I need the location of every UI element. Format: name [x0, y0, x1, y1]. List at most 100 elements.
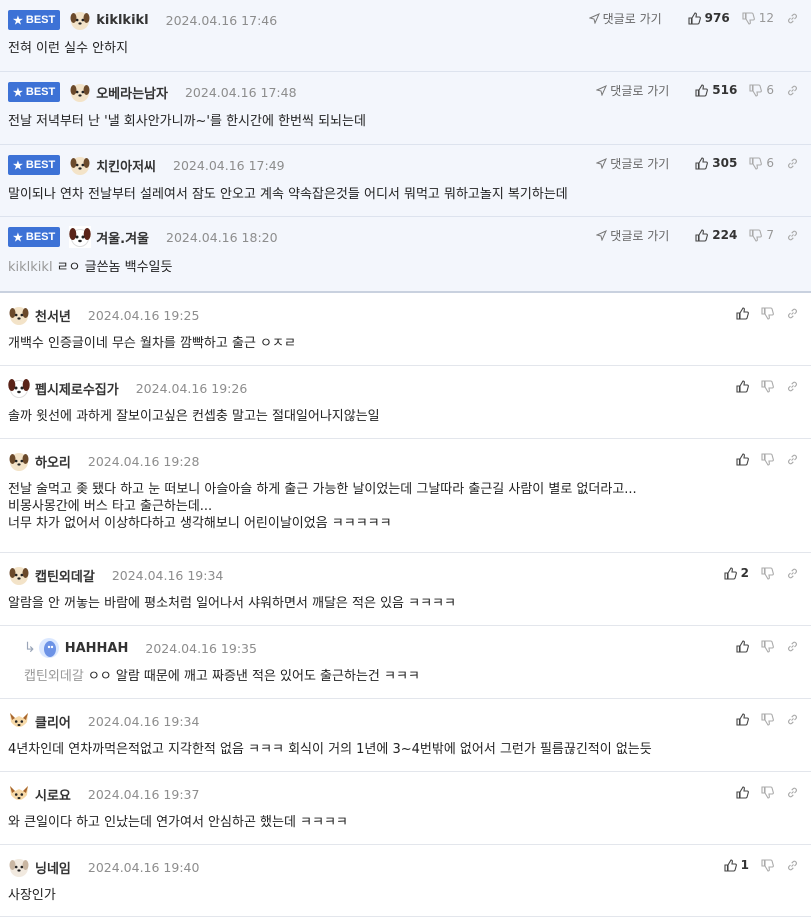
- share-link-button[interactable]: [786, 307, 799, 320]
- downvote-button[interactable]: [761, 858, 774, 872]
- best-badge: ★ BEST: [8, 82, 61, 102]
- go-to-reply-link[interactable]: 댓글로 가기: [596, 82, 669, 99]
- comment-actions: 1: [712, 856, 799, 874]
- share-link-button[interactable]: [786, 380, 799, 393]
- avatar[interactable]: [69, 9, 91, 31]
- avatar[interactable]: [69, 226, 92, 248]
- comment-header: 천서년 2024.04.16 19:25: [8, 304, 199, 326]
- upvote-button[interactable]: [736, 785, 749, 799]
- avatar[interactable]: [8, 377, 30, 399]
- comment-actions: [724, 377, 799, 395]
- share-link-button[interactable]: [786, 157, 799, 170]
- downvote-button[interactable]: [761, 785, 774, 799]
- link-icon: [788, 454, 797, 464]
- comment-actions: 댓글로 가기 224 7: [596, 226, 799, 244]
- avatar[interactable]: [8, 783, 30, 805]
- comment-header: ↳ HAHHAH 2024.04.16 19:35: [24, 637, 257, 659]
- share-link-button[interactable]: [786, 786, 799, 799]
- link-icon: [788, 568, 797, 578]
- avatar[interactable]: [38, 637, 60, 659]
- comment-body: 솔까 윗선에 과하게 잘보이고싶은 컨셉충 말고는 절대일어나지않는일: [8, 409, 380, 424]
- author-name[interactable]: 클리어: [35, 712, 71, 731]
- comment-body: 전혀 이런 실수 안하지: [8, 41, 129, 56]
- downvote-button[interactable]: [761, 452, 774, 466]
- thumbs-down-icon: [742, 11, 755, 25]
- share-link-button[interactable]: [786, 713, 799, 726]
- downvote-button[interactable]: [761, 639, 774, 653]
- share-link-button[interactable]: [786, 640, 799, 653]
- comment-item: 닝네임 2024.04.16 19:40 1 사장인가: [0, 845, 811, 917]
- upvote-button[interactable]: [736, 452, 749, 466]
- go-to-reply-link[interactable]: 댓글로 가기: [596, 227, 669, 244]
- author-name[interactable]: 하오리: [35, 452, 71, 471]
- avatar[interactable]: [8, 564, 30, 586]
- comment-item: 천서년 2024.04.16 19:25 개백수 인증글이네 무슨 월차를 깜빡…: [0, 293, 811, 366]
- comment-item: ★ BEST 겨울.겨울 2024.04.16 18:20 댓글로 가기 224 …: [0, 217, 811, 293]
- upvote-button[interactable]: 1: [724, 858, 749, 872]
- author-name[interactable]: 시로요: [35, 785, 71, 804]
- best-badge: ★ BEST: [8, 10, 61, 30]
- share-link-button[interactable]: [786, 453, 799, 466]
- mention-tag[interactable]: kiklkikl: [8, 260, 53, 275]
- link-icon: [788, 860, 797, 870]
- upvote-button[interactable]: 224: [695, 228, 737, 242]
- avatar[interactable]: [8, 304, 30, 326]
- avatar[interactable]: [8, 710, 30, 732]
- share-link-button[interactable]: [786, 229, 799, 242]
- thumbs-up-icon: [688, 11, 701, 25]
- comment-actions: [724, 783, 799, 801]
- upvote-button[interactable]: [736, 306, 749, 320]
- author-name[interactable]: 캡틴외데갈: [35, 566, 95, 585]
- downvote-button[interactable]: [761, 306, 774, 320]
- author-name[interactable]: 겨울.겨울: [96, 228, 149, 247]
- upvote-button[interactable]: [736, 712, 749, 726]
- comment-text: ㄹㅇ 글쓴놈 백수일듯: [56, 260, 173, 275]
- upvote-button[interactable]: 305: [695, 156, 737, 170]
- go-to-reply-link[interactable]: 댓글로 가기: [596, 155, 669, 172]
- downvote-button[interactable]: [761, 712, 774, 726]
- comment-header: ★ BEST 겨울.겨울 2024.04.16 18:20: [8, 226, 278, 248]
- downvote-button[interactable]: [761, 566, 774, 580]
- comment-item: 펩시제로수집가 2024.04.16 19:26 솔까 윗선에 과하게 잘보이고…: [0, 366, 811, 439]
- comment-date: 2024.04.16 19:35: [145, 640, 257, 656]
- comment-date: 2024.04.16 19:37: [87, 786, 200, 802]
- share-link-button[interactable]: [786, 859, 799, 872]
- author-name[interactable]: HAHHAH: [65, 641, 129, 656]
- link-icon: [788, 381, 797, 391]
- downvote-button[interactable]: 6: [749, 156, 774, 170]
- share-link-button[interactable]: [786, 12, 799, 25]
- avatar[interactable]: [8, 856, 30, 878]
- thumbs-up-icon: [695, 83, 709, 97]
- author-name[interactable]: 닝네임: [35, 858, 71, 877]
- upvote-button[interactable]: 516: [695, 83, 737, 97]
- downvote-button[interactable]: 6: [749, 83, 774, 97]
- downvote-button[interactable]: 7: [749, 228, 774, 242]
- comment-header: 캡틴외데갈 2024.04.16 19:34: [8, 564, 223, 586]
- comment-actions: 댓글로 가기 305 6: [596, 154, 799, 172]
- upvote-button[interactable]: 2: [724, 566, 749, 580]
- author-name[interactable]: 펩시제로수집가: [35, 379, 119, 398]
- author-name[interactable]: 천서년: [35, 306, 71, 325]
- upvote-button[interactable]: [736, 379, 749, 393]
- thumbs-up-icon: [736, 785, 749, 799]
- go-to-reply-link[interactable]: 댓글로 가기: [588, 10, 662, 27]
- downvote-button[interactable]: [761, 379, 774, 393]
- avatar[interactable]: [8, 450, 30, 472]
- avatar[interactable]: [69, 81, 91, 103]
- share-link-button[interactable]: [786, 84, 799, 97]
- comment-header: 클리어 2024.04.16 19:34: [8, 710, 199, 732]
- author-name[interactable]: 오베라는남자: [96, 83, 168, 102]
- downvote-button[interactable]: 12: [742, 11, 774, 25]
- upvote-button[interactable]: [736, 639, 749, 653]
- upvote-button[interactable]: 976: [688, 11, 730, 25]
- comment-actions: [724, 450, 799, 468]
- thumbs-down-icon: [761, 712, 774, 726]
- mention-tag[interactable]: 캡틴외데갈: [24, 669, 84, 684]
- share-link-button[interactable]: [786, 567, 799, 580]
- author-name[interactable]: kiklkikl: [96, 13, 148, 28]
- comment-header: 시로요 2024.04.16 19:37: [8, 783, 199, 805]
- link-icon: [788, 641, 797, 651]
- avatar[interactable]: [69, 154, 91, 176]
- reply-item: ↳ HAHHAH 2024.04.16 19:35 캡틴외데갈 ㅇㅇ 알람 때문에…: [0, 626, 811, 699]
- author-name[interactable]: 치킨아저씨: [96, 156, 156, 175]
